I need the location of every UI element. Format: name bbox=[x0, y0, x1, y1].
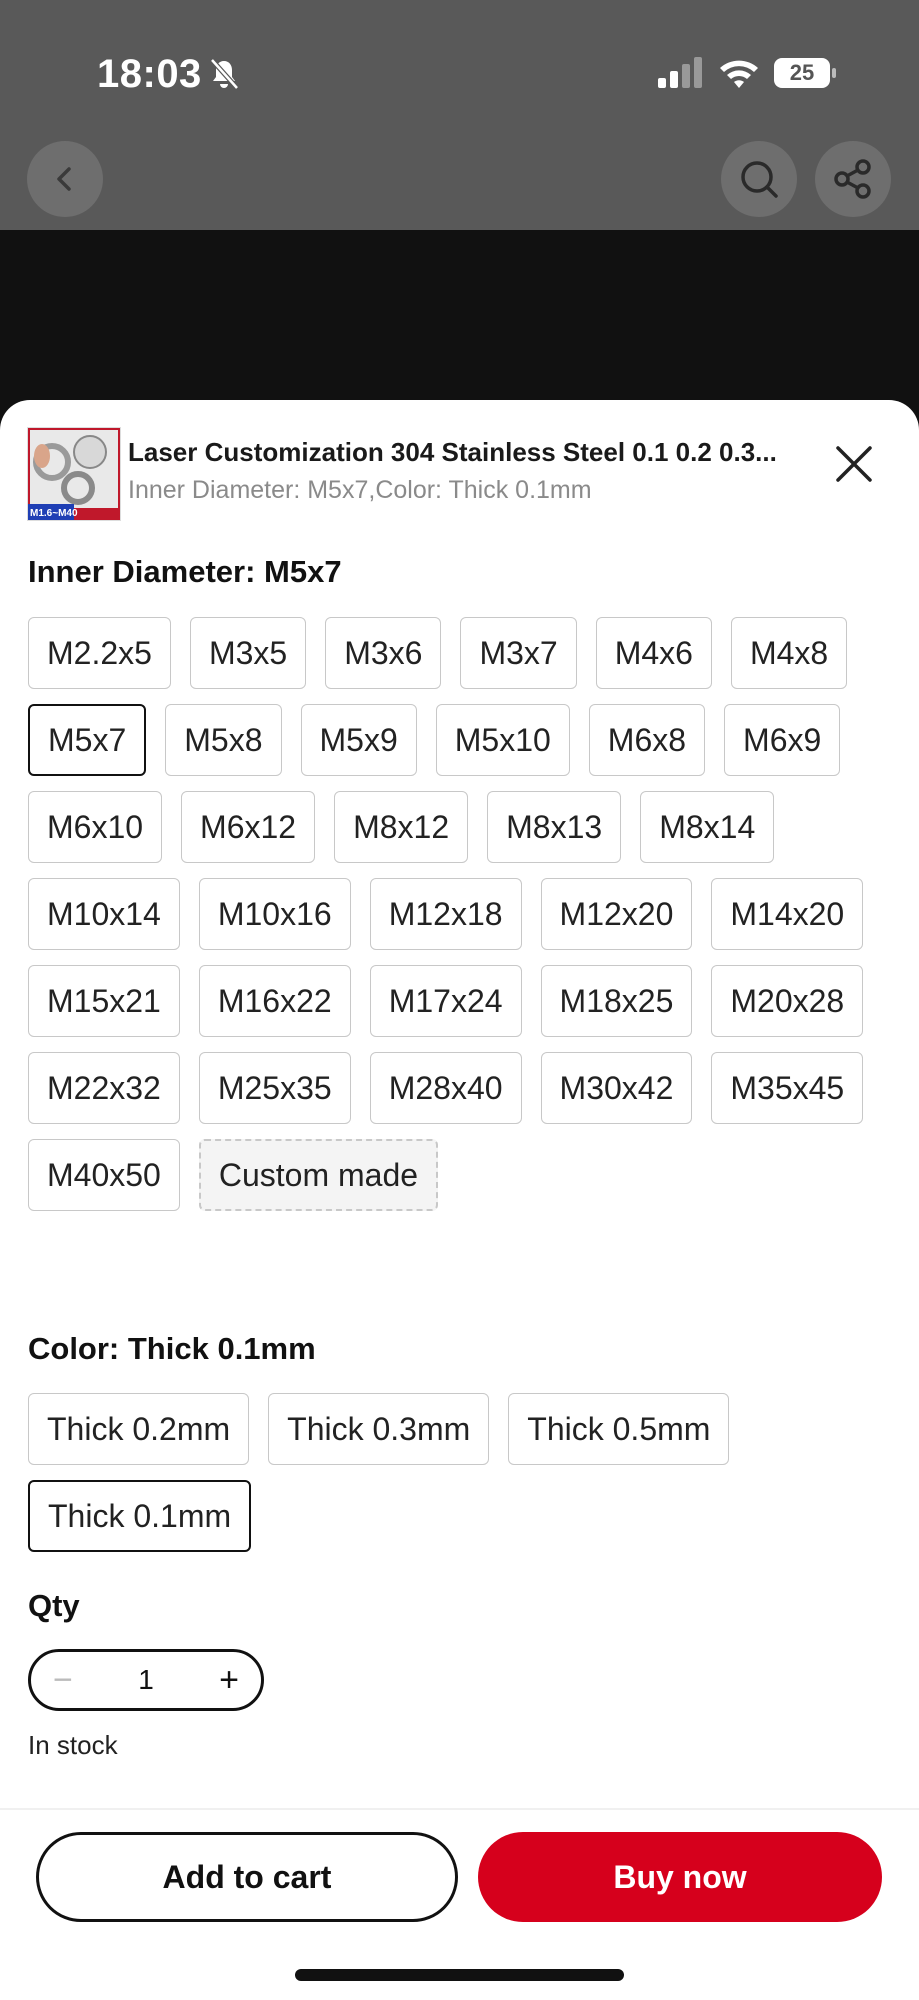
inner-diameter-option[interactable]: M8x12 bbox=[334, 791, 469, 863]
inner-diameter-option[interactable]: M8x13 bbox=[487, 791, 622, 863]
inner-diameter-option[interactable]: M3x6 bbox=[325, 617, 442, 689]
inner-diameter-option[interactable]: M30x42 bbox=[540, 1052, 693, 1124]
inner-diameter-option[interactable]: M5x8 bbox=[165, 704, 282, 776]
inner-diameter-option[interactable]: M20x28 bbox=[711, 965, 864, 1037]
status-time: 18:03 bbox=[97, 52, 202, 96]
inner-diameter-option[interactable]: M25x35 bbox=[198, 1052, 351, 1124]
footer-divider bbox=[0, 1808, 919, 1810]
qty-value[interactable]: 1 bbox=[138, 1664, 154, 1696]
inner-diameter-option[interactable]: M6x10 bbox=[28, 791, 163, 863]
color-option[interactable]: Thick 0.5mm bbox=[508, 1393, 730, 1465]
inner-diameter-label: Inner Diameter: M5x7 bbox=[28, 554, 342, 589]
share-button[interactable] bbox=[815, 141, 891, 217]
inner-diameter-option[interactable]: M18x25 bbox=[540, 965, 693, 1037]
color-option[interactable]: Thick 0.2mm bbox=[28, 1393, 250, 1465]
inner-diameter-option[interactable]: M8x14 bbox=[640, 791, 775, 863]
svg-text:M1.6~M40: M1.6~M40 bbox=[30, 508, 78, 519]
color-options: Thick 0.2mm Thick 0.3mm Thick 0.5mm Thick 0… bbox=[28, 1393, 898, 1552]
inner-diameter-option[interactable]: M5x7 bbox=[28, 704, 147, 776]
battery-level: 25 bbox=[789, 60, 815, 85]
qty-label: Qty bbox=[28, 1588, 80, 1623]
inner-diameter-option[interactable]: M10x14 bbox=[28, 878, 180, 950]
inner-diameter-option[interactable]: M3x5 bbox=[189, 617, 307, 689]
back-button[interactable] bbox=[27, 141, 103, 217]
inner-diameter-option[interactable]: M22x32 bbox=[28, 1052, 180, 1124]
add-to-cart-button[interactable]: Add to cart bbox=[36, 1832, 458, 1922]
inner-diameter-option[interactable]: M4x6 bbox=[595, 617, 712, 689]
inner-diameter-option[interactable]: M12x18 bbox=[369, 878, 522, 950]
inner-diameter-option[interactable]: M35x45 bbox=[711, 1052, 864, 1124]
inner-diameter-option[interactable]: M4x8 bbox=[730, 617, 848, 689]
color-option[interactable]: Thick 0.3mm bbox=[268, 1393, 490, 1465]
inner-diameter-option[interactable]: M17x24 bbox=[369, 965, 522, 1037]
search-icon bbox=[741, 161, 778, 198]
inner-diameter-option[interactable]: M5x10 bbox=[435, 704, 570, 776]
selection-summary: Inner Diameter: M5x7,Color: Thick 0.1mm bbox=[128, 476, 592, 504]
qty-decrease-button[interactable]: − bbox=[53, 1661, 73, 1700]
stock-status: In stock bbox=[28, 1730, 118, 1760]
product-title: Laser Customization 304 Stainless Steel … bbox=[128, 437, 777, 467]
quantity-stepper: − 1 + bbox=[28, 1649, 264, 1711]
inner-diameter-option[interactable]: M16x22 bbox=[198, 965, 351, 1037]
inner-diameter-option[interactable]: M6x8 bbox=[588, 704, 706, 776]
inner-diameter-option[interactable]: M3x7 bbox=[460, 617, 577, 689]
custom-made-option[interactable]: Custom made bbox=[198, 1139, 439, 1211]
qty-increase-button[interactable]: + bbox=[219, 1661, 239, 1700]
inner-diameter-option[interactable]: M12x20 bbox=[540, 878, 693, 950]
buy-now-button[interactable]: Buy now bbox=[478, 1832, 882, 1922]
inner-diameter-option[interactable]: M6x12 bbox=[181, 791, 316, 863]
inner-diameter-option[interactable]: M14x20 bbox=[711, 878, 864, 950]
inner-diameter-option[interactable]: M28x40 bbox=[369, 1052, 522, 1124]
chevron-left-icon bbox=[57, 167, 71, 191]
inner-diameter-options: M2.2x5 M3x5 M3x6 M3x7 M4x6 M4x8 M5x7 M5x8 M5x9 M5… bbox=[28, 617, 898, 1211]
inner-diameter-option[interactable]: M40x50 bbox=[28, 1139, 180, 1211]
inner-diameter-option[interactable]: M5x9 bbox=[300, 704, 417, 776]
inner-diameter-option[interactable]: M6x9 bbox=[724, 704, 841, 776]
share-icon bbox=[834, 159, 871, 199]
home-indicator bbox=[295, 1969, 624, 1981]
color-label: Color: Thick 0.1mm bbox=[28, 1331, 316, 1366]
cellular-signal-icon bbox=[658, 57, 702, 88]
search-button[interactable] bbox=[721, 141, 797, 217]
bell-muted-icon bbox=[210, 58, 239, 90]
wifi-icon bbox=[720, 60, 758, 88]
inner-diameter-option[interactable]: M15x21 bbox=[28, 965, 180, 1037]
close-icon[interactable] bbox=[832, 442, 876, 486]
inner-diameter-option[interactable]: M2.2x5 bbox=[28, 617, 171, 689]
product-thumbnail: M1.6~M40 bbox=[27, 427, 121, 521]
inner-diameter-option[interactable]: M10x16 bbox=[198, 878, 351, 950]
color-option[interactable]: Thick 0.1mm bbox=[28, 1480, 252, 1552]
